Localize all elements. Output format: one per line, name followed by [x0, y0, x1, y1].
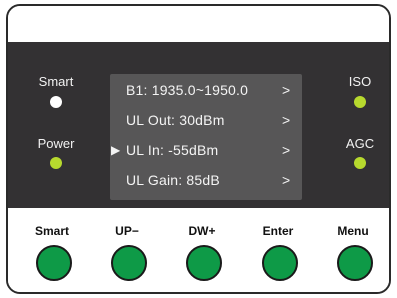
lcd-row-text: UL Gain: 85dB: [126, 172, 220, 188]
lcd-row-ul-in[interactable]: ▶ UL In: -55dBm >: [110, 138, 302, 162]
smart-indicator-label: Smart: [38, 74, 74, 89]
lcd-row-text: UL Out: 30dBm: [126, 112, 225, 128]
chevron-right-icon: >: [282, 172, 291, 188]
lcd-row-ul-gain[interactable]: UL Gain: 85dB >: [110, 168, 302, 192]
selection-pointer-icon: ▶: [111, 143, 121, 157]
enter-button[interactable]: [262, 245, 298, 281]
lcd-row-text: B1: 1935.0~1950.0: [126, 82, 249, 98]
enter-button-label: Enter: [262, 224, 294, 238]
lcd-row-band[interactable]: B1: 1935.0~1950.0 >: [110, 78, 302, 102]
down-button-label: DW+: [188, 224, 216, 238]
lcd-display: B1: 1935.0~1950.0 > UL Out: 30dBm > ▶ UL…: [110, 74, 302, 200]
agc-indicator-label: AGC: [345, 136, 375, 151]
chevron-right-icon: >: [282, 82, 291, 98]
iso-indicator-label: ISO: [348, 74, 372, 89]
up-button[interactable]: [111, 245, 147, 281]
menu-button[interactable]: [337, 245, 373, 281]
down-button[interactable]: [186, 245, 222, 281]
device-top-edge: [8, 6, 389, 42]
menu-button-label: Menu: [337, 224, 369, 238]
smart-led-icon: [50, 96, 62, 108]
lcd-row-text: UL In: -55dBm: [126, 142, 219, 158]
agc-led-icon: [354, 157, 366, 169]
chevron-right-icon: >: [282, 142, 291, 158]
lcd-row-ul-out[interactable]: UL Out: 30dBm >: [110, 108, 302, 132]
smart-button-label: Smart: [34, 224, 69, 238]
front-panel: Smart Power ISO AGC B1: 1935.0~1950.0 > …: [8, 42, 389, 208]
iso-led-icon: [354, 96, 366, 108]
smart-button[interactable]: [36, 245, 72, 281]
up-button-label: UP−: [115, 224, 139, 238]
power-indicator-label: Power: [37, 136, 75, 151]
power-led-icon: [50, 157, 62, 169]
chevron-right-icon: >: [282, 112, 291, 128]
